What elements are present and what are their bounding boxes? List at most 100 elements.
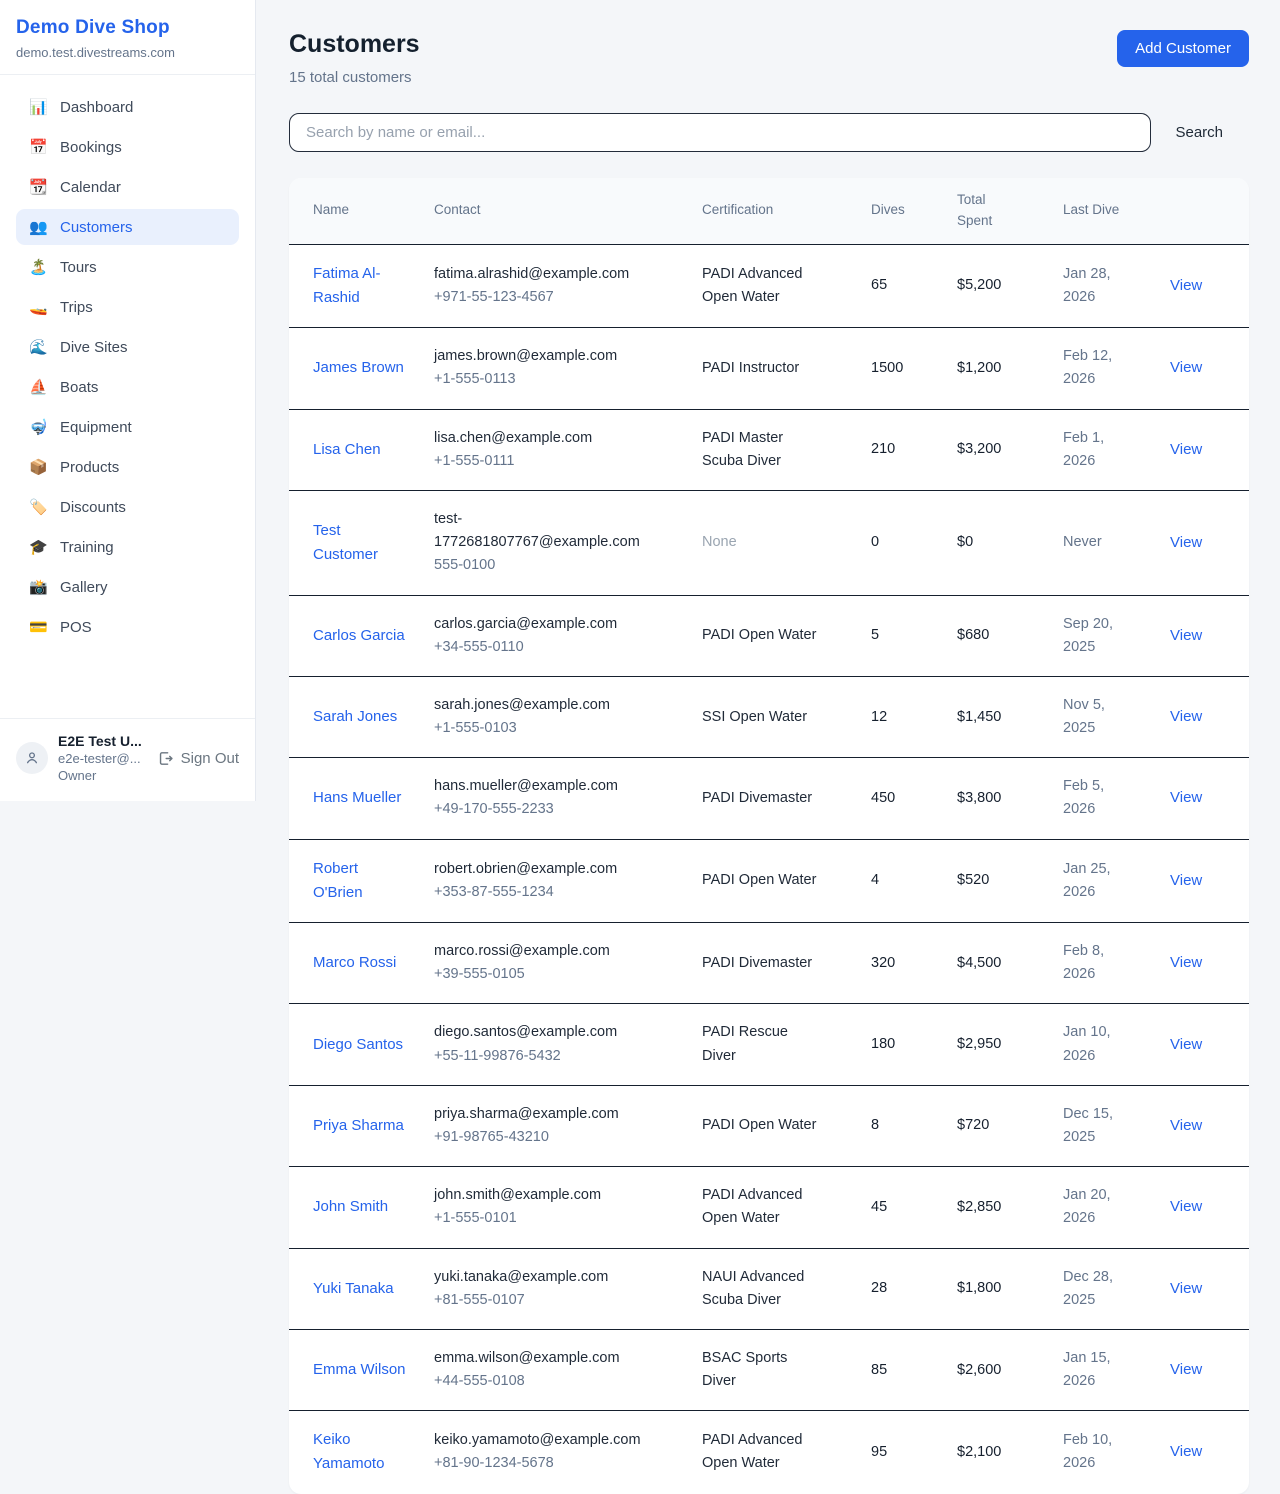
user-email: e2e-tester@...: [58, 751, 147, 766]
customer-name-link[interactable]: Marco Rossi: [313, 954, 396, 971]
column-header-certification: Certification: [702, 178, 871, 244]
island-icon: 🏝️: [29, 258, 47, 276]
customer-email: diego.santos@example.com: [434, 1021, 646, 1044]
customer-email: sarah.jones@example.com: [434, 694, 646, 717]
view-customer-link[interactable]: View: [1170, 534, 1202, 551]
customer-certification: PADI Master Scuba Diver: [702, 409, 871, 490]
customer-email: priya.sharma@example.com: [434, 1103, 646, 1126]
customer-name-link[interactable]: Sarah Jones: [313, 708, 397, 725]
shop-subdomain: demo.test.divestreams.com: [16, 45, 239, 60]
table-header-row: Name Contact Certification Dives Total S…: [289, 178, 1249, 244]
customer-email: yuki.tanaka@example.com: [434, 1266, 646, 1289]
sidebar-item-bookings[interactable]: 📅 Bookings: [16, 129, 239, 165]
user-role: Owner: [58, 768, 147, 783]
sidebar-item-training[interactable]: 🎓 Training: [16, 529, 239, 565]
view-customer-link[interactable]: View: [1170, 1443, 1202, 1460]
table-row: Keiko Yamamoto keiko.yamamoto@example.co…: [289, 1411, 1249, 1494]
customer-certification: PADI Advanced Open Water: [702, 244, 871, 327]
column-header-dives: Dives: [871, 178, 957, 244]
customer-name-link[interactable]: Hans Mueller: [313, 789, 401, 806]
customer-total-spent: $1,450: [957, 676, 1063, 757]
customer-name-link[interactable]: Yuki Tanaka: [313, 1280, 394, 1297]
customer-phone: +44-555-0108: [434, 1370, 646, 1393]
customer-dives: 85: [871, 1329, 957, 1410]
customer-name-link[interactable]: Test Customer: [313, 522, 378, 563]
search-button[interactable]: Search: [1151, 113, 1249, 152]
shop-name: Demo Dive Shop: [16, 17, 239, 39]
customers-table: Name Contact Certification Dives Total S…: [289, 178, 1249, 1494]
page-title: Customers: [289, 30, 420, 59]
search-input[interactable]: [289, 113, 1151, 152]
customer-phone: +49-170-555-2233: [434, 798, 646, 821]
table-row: Yuki Tanaka yuki.tanaka@example.com +81-…: [289, 1248, 1249, 1329]
sidebar-item-label: Training: [60, 539, 114, 556]
table-row: Test Customer test-1772681807767@example…: [289, 490, 1249, 595]
customer-last-dive: Feb 1, 2026: [1063, 409, 1170, 490]
view-customer-link[interactable]: View: [1170, 1198, 1202, 1215]
sidebar-item-gallery[interactable]: 📸 Gallery: [16, 569, 239, 605]
customer-email: emma.wilson@example.com: [434, 1347, 646, 1370]
customer-name-link[interactable]: Lisa Chen: [313, 441, 381, 458]
view-customer-link[interactable]: View: [1170, 277, 1202, 294]
people-icon: 👥: [29, 218, 47, 236]
customer-email: robert.obrien@example.com: [434, 858, 646, 881]
customer-last-dive: Jan 15, 2026: [1063, 1329, 1170, 1410]
view-customer-link[interactable]: View: [1170, 1117, 1202, 1134]
customer-name-link[interactable]: Emma Wilson: [313, 1361, 406, 1378]
customer-email: keiko.yamamoto@example.com: [434, 1429, 646, 1452]
sign-out-button[interactable]: Sign Out: [157, 750, 239, 767]
customer-name-link[interactable]: John Smith: [313, 1198, 388, 1215]
add-customer-button[interactable]: Add Customer: [1117, 30, 1249, 67]
view-customer-link[interactable]: View: [1170, 441, 1202, 458]
sidebar-item-products[interactable]: 📦 Products: [16, 449, 239, 485]
customer-dives: 28: [871, 1248, 957, 1329]
sidebar-item-equipment[interactable]: 🤿 Equipment: [16, 409, 239, 445]
customer-dives: 12: [871, 676, 957, 757]
table-row: Priya Sharma priya.sharma@example.com +9…: [289, 1085, 1249, 1166]
view-customer-link[interactable]: View: [1170, 1361, 1202, 1378]
sidebar-item-calendar[interactable]: 📆 Calendar: [16, 169, 239, 205]
view-customer-link[interactable]: View: [1170, 1280, 1202, 1297]
customer-name-link[interactable]: Robert O'Brien: [313, 860, 363, 901]
customer-phone: +1-555-0103: [434, 717, 646, 740]
customer-total-spent: $1,800: [957, 1248, 1063, 1329]
customer-dives: 210: [871, 409, 957, 490]
sidebar-item-boats[interactable]: ⛵ Boats: [16, 369, 239, 405]
view-customer-link[interactable]: View: [1170, 359, 1202, 376]
customer-last-dive: Nov 5, 2025: [1063, 676, 1170, 757]
sidebar-item-dashboard[interactable]: 📊 Dashboard: [16, 89, 239, 125]
customer-name-link[interactable]: James Brown: [313, 359, 404, 376]
view-customer-link[interactable]: View: [1170, 789, 1202, 806]
customer-email: fatima.alrashid@example.com: [434, 263, 646, 286]
sidebar-item-pos[interactable]: 💳 POS: [16, 609, 239, 645]
customer-last-dive: Dec 15, 2025: [1063, 1085, 1170, 1166]
view-customer-link[interactable]: View: [1170, 708, 1202, 725]
view-customer-link[interactable]: View: [1170, 872, 1202, 889]
bar-chart-icon: 📊: [29, 98, 47, 116]
sidebar: Demo Dive Shop demo.test.divestreams.com…: [0, 0, 256, 801]
customer-certification: PADI Divemaster: [702, 923, 871, 1004]
view-customer-link[interactable]: View: [1170, 954, 1202, 971]
sidebar-item-trips[interactable]: 🚤 Trips: [16, 289, 239, 325]
sidebar-item-discounts[interactable]: 🏷️ Discounts: [16, 489, 239, 525]
customer-email: john.smith@example.com: [434, 1184, 646, 1207]
customer-phone: +1-555-0111: [434, 450, 646, 473]
customer-certification: PADI Advanced Open Water: [702, 1411, 871, 1494]
customer-name-link[interactable]: Priya Sharma: [313, 1117, 404, 1134]
customer-name-link[interactable]: Fatima Al-Rashid: [313, 265, 381, 306]
sidebar-item-tours[interactable]: 🏝️ Tours: [16, 249, 239, 285]
customer-name-link[interactable]: Keiko Yamamoto: [313, 1431, 384, 1472]
sidebar-item-label: Gallery: [60, 579, 108, 596]
view-customer-link[interactable]: View: [1170, 627, 1202, 644]
sidebar-item-customers[interactable]: 👥 Customers: [16, 209, 239, 245]
customer-certification: PADI Divemaster: [702, 758, 871, 839]
customer-name-link[interactable]: Carlos Garcia: [313, 627, 405, 644]
sidebar-item-dive-sites[interactable]: 🌊 Dive Sites: [16, 329, 239, 365]
sidebar-item-label: Tours: [60, 259, 97, 276]
customer-name-link[interactable]: Diego Santos: [313, 1036, 403, 1053]
column-header-last-dive: Last Dive: [1063, 178, 1170, 244]
person-icon: [24, 750, 40, 766]
view-customer-link[interactable]: View: [1170, 1036, 1202, 1053]
customer-dives: 8: [871, 1085, 957, 1166]
sidebar-item-label: Customers: [60, 219, 133, 236]
